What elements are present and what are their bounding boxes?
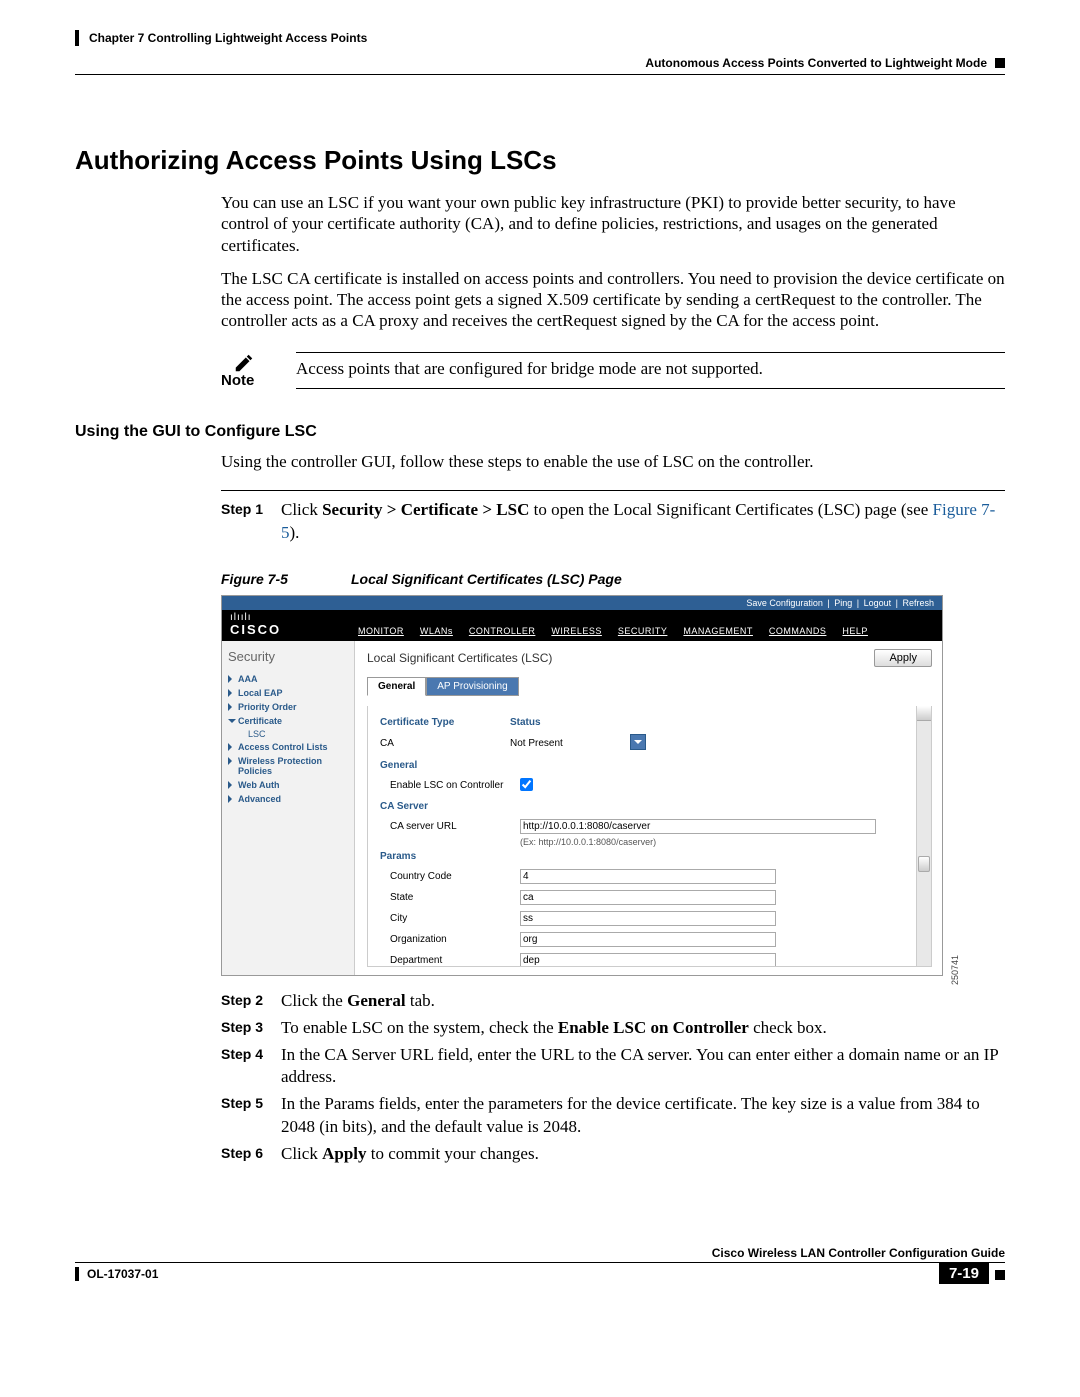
nav-monitor[interactable]: MONITOR (350, 624, 412, 638)
nav-controller[interactable]: CONTROLLER (461, 624, 544, 638)
tab-ap-provisioning[interactable]: AP Provisioning (426, 677, 518, 696)
sidebar-item-advanced[interactable]: Advanced (228, 792, 348, 806)
page-footer: Cisco Wireless LAN Controller Configurat… (75, 1246, 1005, 1283)
subheading-gui: Using the GUI to Configure LSC (75, 423, 1005, 441)
apply-button[interactable]: Apply (874, 649, 932, 667)
nav-management[interactable]: MANAGEMENT (675, 624, 761, 638)
sidebar-item-priority-order[interactable]: Priority Order (228, 700, 348, 714)
step-2-label: Step 2 (221, 990, 281, 1013)
note-text: Access points that are configured for br… (296, 352, 1005, 389)
page-number: 7-19 (939, 1263, 989, 1284)
dept-input[interactable] (520, 953, 776, 967)
logout-link[interactable]: Logout (864, 598, 892, 608)
figure-caption: Figure 7-5 Local Significant Certificate… (221, 571, 1005, 587)
sidebar-item-local-eap[interactable]: Local EAP (228, 686, 348, 700)
guide-title: Cisco Wireless LAN Controller Configurat… (75, 1246, 1005, 1263)
city-input[interactable] (520, 911, 776, 926)
sidebar: Security AAA Local EAP Priority Order Ce… (222, 641, 355, 975)
country-input[interactable] (520, 869, 776, 884)
nav-commands[interactable]: COMMANDS (761, 624, 835, 638)
state-input[interactable] (520, 890, 776, 905)
step-6-text: Click Apply to commit your changes. (281, 1143, 1005, 1166)
dropdown-button[interactable] (630, 734, 646, 750)
ca-url-input[interactable] (520, 819, 876, 834)
page-header: Chapter 7 Controlling Lightweight Access… (75, 30, 1005, 75)
nav-wlans[interactable]: WLANs (412, 624, 461, 638)
intro-paragraph-2: The LSC CA certificate is installed on a… (221, 268, 1005, 332)
org-input[interactable] (520, 932, 776, 947)
step-5-text: In the Params fields, enter the paramete… (281, 1093, 1005, 1139)
pencil-icon (233, 352, 251, 370)
figure-id: 250741 (950, 955, 960, 985)
note-block: Note Access points that are configured f… (221, 352, 1005, 389)
step-4-label: Step 4 (221, 1044, 281, 1090)
step-3-label: Step 3 (221, 1017, 281, 1040)
sidebar-title: Security (228, 649, 348, 664)
lbl-city: City (380, 913, 520, 924)
section-ca-server: CA Server (380, 801, 911, 812)
step-5-label: Step 5 (221, 1093, 281, 1139)
cell-ca-status: Not Present (510, 738, 630, 749)
section-params: Params (380, 851, 911, 862)
nav-help[interactable]: HELP (834, 624, 876, 638)
step-3-text: To enable LSC on the system, check the E… (281, 1017, 1005, 1040)
cell-ca-type: CA (380, 738, 510, 749)
step-6-label: Step 6 (221, 1143, 281, 1166)
ping-link[interactable]: Ping (834, 598, 852, 608)
doc-id: OL-17037-01 (75, 1267, 158, 1281)
scrollbar[interactable] (916, 706, 931, 966)
cisco-logo: ılıılı CISCO (222, 610, 350, 641)
col-cert-type: Certificate Type (380, 717, 510, 728)
save-config-link[interactable]: Save Configuration (746, 598, 823, 608)
refresh-link[interactable]: Refresh (902, 598, 934, 608)
nav-security[interactable]: SECURITY (610, 624, 676, 638)
lbl-dept: Department (380, 955, 520, 966)
lbl-org: Organization (380, 934, 520, 945)
ss-top-links: Save Configuration | Ping | Logout | Ref… (222, 596, 942, 610)
col-status: Status (510, 717, 630, 728)
lbl-ca-url: CA server URL (380, 821, 520, 832)
tab-general[interactable]: General (367, 677, 426, 696)
lbl-state: State (380, 892, 520, 903)
note-label: Note (221, 372, 296, 389)
top-nav: MONITOR WLANs CONTROLLER WIRELESS SECURI… (350, 610, 942, 641)
figure-screenshot: Save Configuration | Ping | Logout | Ref… (221, 595, 943, 976)
sub-intro: Using the controller GUI, follow these s… (221, 451, 1005, 472)
sidebar-item-wpp[interactable]: Wireless Protection Policies (228, 754, 348, 778)
lbl-enable-lsc: Enable LSC on Controller (380, 780, 520, 791)
sidebar-item-web-auth[interactable]: Web Auth (228, 778, 348, 792)
enable-lsc-checkbox[interactable] (520, 778, 533, 791)
section-banner: Autonomous Access Points Converted to Li… (645, 56, 987, 70)
main-panel-title: Local Significant Certificates (LSC) (367, 651, 552, 665)
ca-url-hint: (Ex: http://10.0.0.1:8080/caserver) (380, 837, 911, 847)
chapter-label: Chapter 7 Controlling Lightweight Access… (89, 31, 367, 45)
intro-paragraph-1: You can use an LSC if you want your own … (221, 192, 1005, 256)
step-2-text: Click the General tab. (281, 990, 1005, 1013)
lbl-country: Country Code (380, 871, 520, 882)
sidebar-item-lsc[interactable]: LSC (228, 728, 348, 740)
nav-wireless[interactable]: WIRELESS (543, 624, 610, 638)
step-1-label: Step 1 (221, 499, 281, 545)
step-1-text: Click Security > Certificate > LSC to op… (281, 499, 1005, 545)
sidebar-item-certificate[interactable]: Certificate (228, 714, 348, 728)
sidebar-item-acl[interactable]: Access Control Lists (228, 740, 348, 754)
section-general: General (380, 760, 911, 771)
sidebar-item-aaa[interactable]: AAA (228, 672, 348, 686)
step-4-text: In the CA Server URL field, enter the UR… (281, 1044, 1005, 1090)
section-heading: Authorizing Access Points Using LSCs (75, 145, 1005, 176)
